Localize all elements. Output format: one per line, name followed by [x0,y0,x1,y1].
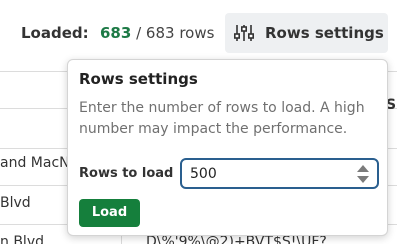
toolbar: Loaded: 683 / 683 rows Rows settings [0,0,397,66]
loaded-label: Loaded: [21,24,89,42]
popover-description: Enter the number of rows to load. A high… [79,100,365,137]
rows-settings-label: Rows settings [265,24,384,42]
loaded-count: 683 / 683 rows [100,24,214,42]
loaded-count-value: 683 [100,24,132,42]
rows-settings-button[interactable]: Rows settings [225,13,388,53]
rows-to-load-field[interactable] [180,158,379,189]
loaded-total: / 683 rows [136,24,215,42]
rows-to-load-label: Rows to load [79,166,174,181]
viewport: S and MacN Blvd n Blvd D\%'9%\@2)+BVT$S!… [0,0,397,244]
stepper-down-icon[interactable] [357,176,369,183]
load-button[interactable]: Load [79,199,140,227]
rows-settings-popover: Rows settings Enter the number of rows t… [67,59,388,236]
sliders-icon [234,23,255,43]
stepper-up-icon[interactable] [357,165,369,172]
popover-title: Rows settings [79,70,198,88]
number-stepper[interactable] [357,165,369,183]
rows-to-load-input[interactable] [190,164,340,184]
